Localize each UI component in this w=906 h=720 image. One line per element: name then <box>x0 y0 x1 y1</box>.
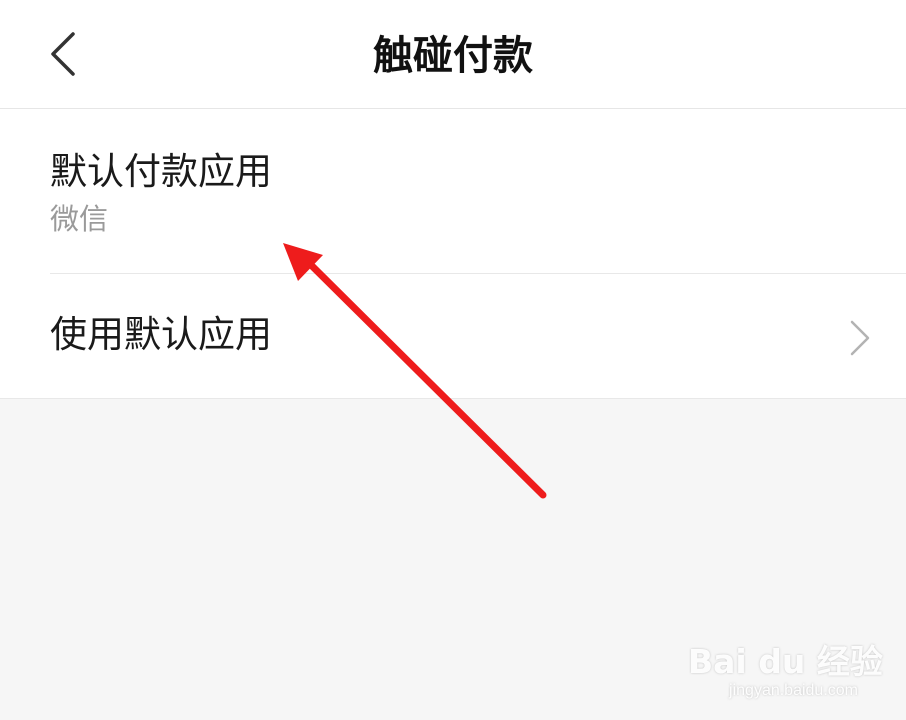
page-title: 触碰付款 <box>373 33 533 79</box>
settings-list: 默认付款应用 微信 使用默认应用 <box>0 109 906 399</box>
default-payment-app-item[interactable]: 默认付款应用 微信 <box>0 109 906 273</box>
watermark-logo: Bai du 经验 <box>688 642 883 681</box>
app-header: 触碰付款 <box>0 0 906 109</box>
default-payment-app-value: 微信 <box>50 202 109 236</box>
use-default-app-item[interactable]: 使用默认应用 <box>0 274 906 398</box>
watermark-url: jingyan.baidu.com <box>729 682 858 699</box>
use-default-app-label: 使用默认应用 <box>50 313 272 356</box>
default-payment-app-label: 默认付款应用 <box>50 150 272 193</box>
chevron-right-icon <box>850 320 870 356</box>
baidu-jingyan-watermark: Bai du 经验 jingyan.baidu.com <box>688 642 883 700</box>
